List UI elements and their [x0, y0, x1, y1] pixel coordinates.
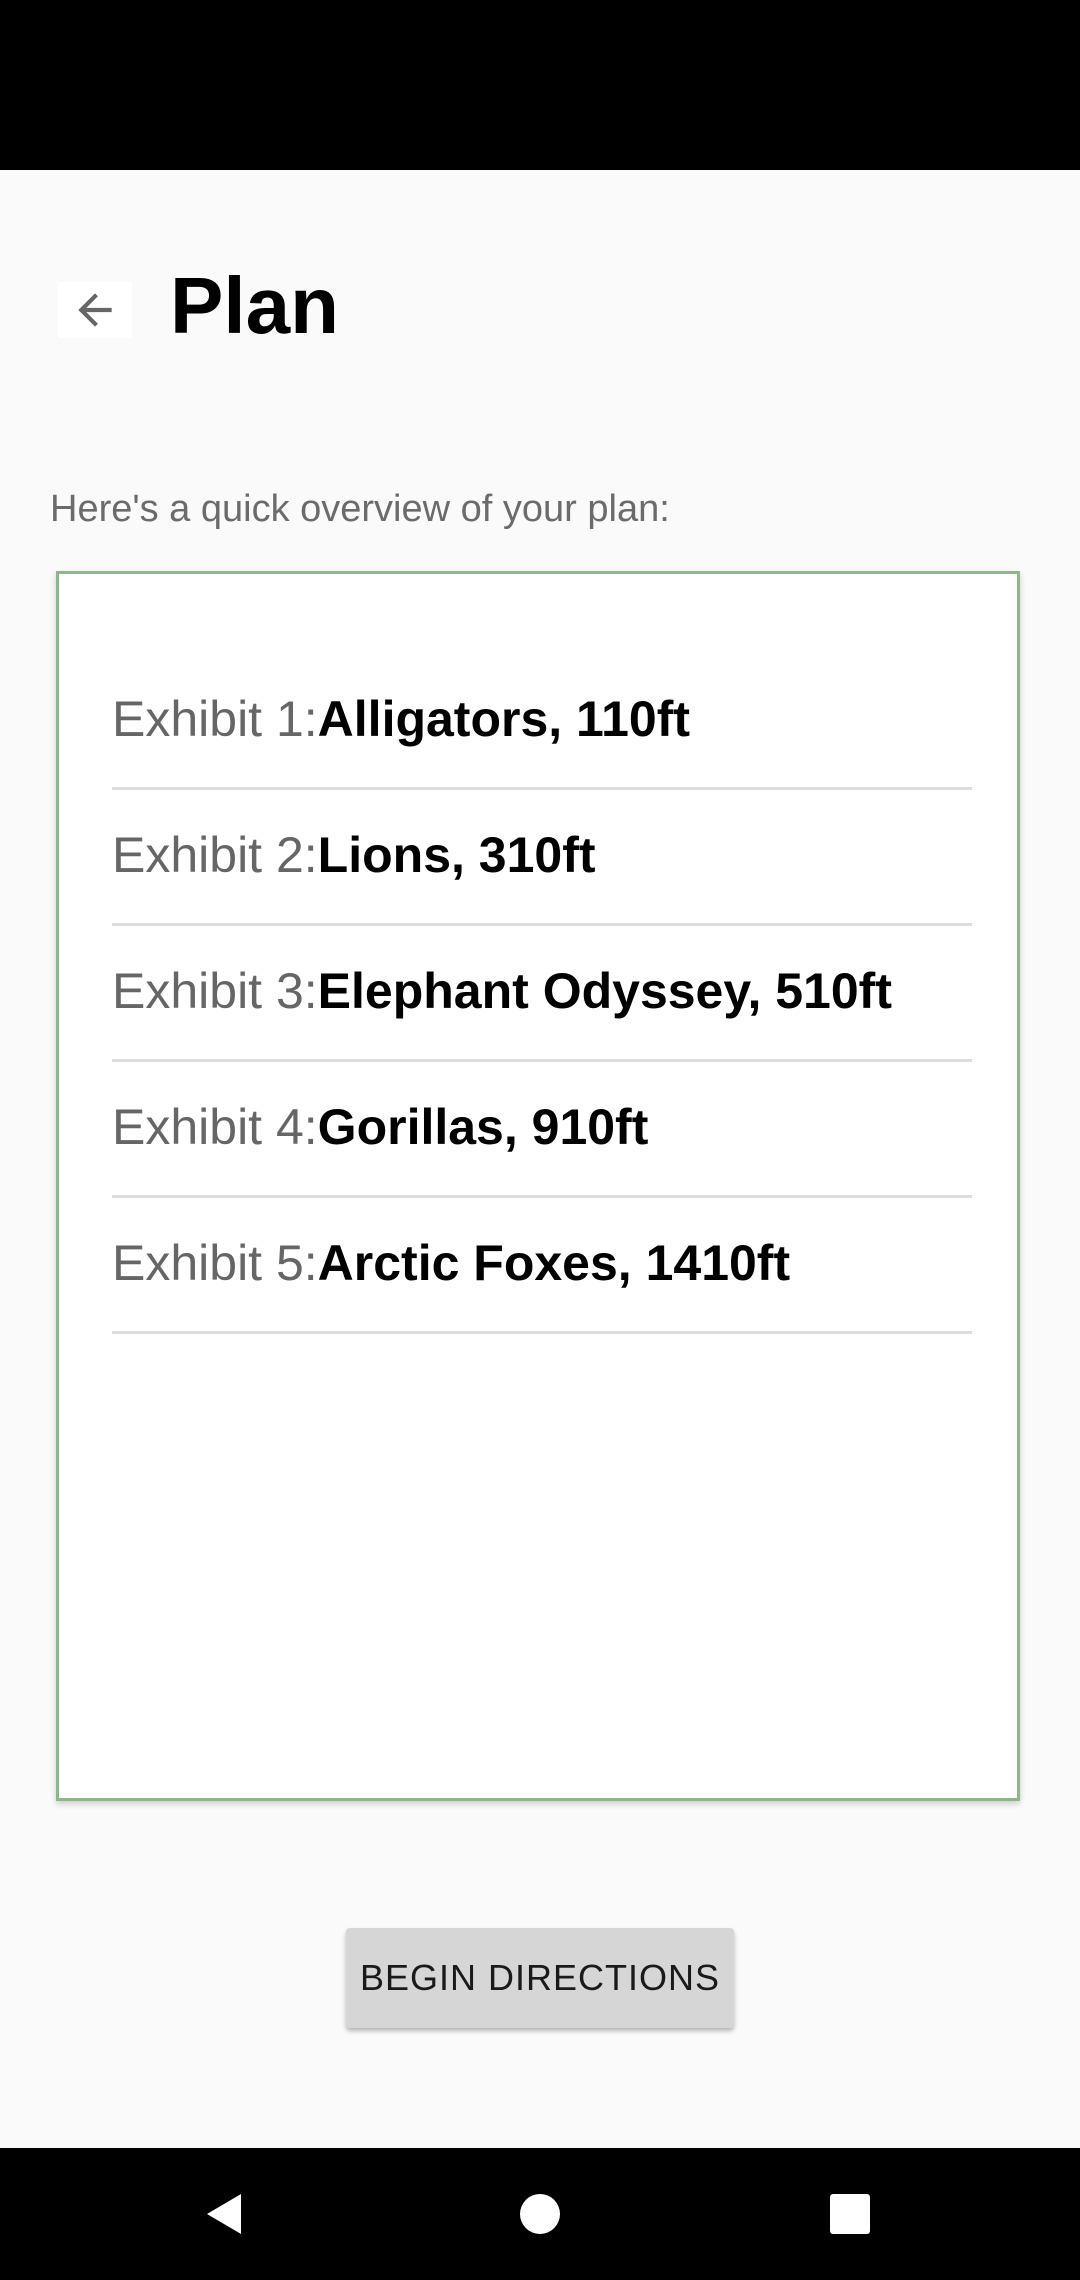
exhibit-label: Exhibit 3:: [112, 962, 318, 1019]
exhibit-value: Arctic Foxes, 1410ft: [317, 1234, 791, 1291]
nav-home-button[interactable]: [480, 2148, 600, 2280]
exhibit-label: Exhibit 1:: [112, 690, 318, 747]
status-bar: [0, 0, 1080, 170]
plan-card: Exhibit 1: Alligators, 110ft Exhibit 2: …: [56, 571, 1020, 1801]
nav-recents-button[interactable]: [790, 2148, 910, 2280]
list-item: Exhibit 5: Arctic Foxes, 1410ft: [112, 1198, 972, 1334]
back-button[interactable]: [58, 282, 132, 338]
list-item: Exhibit 2: Lions, 310ft: [112, 790, 972, 926]
system-nav-bar: [0, 2148, 1080, 2280]
nav-back-button[interactable]: [165, 2148, 285, 2280]
list-item: Exhibit 4: Gorillas, 910ft: [112, 1062, 972, 1198]
plan-overview-text: Here's a quick overview of your plan:: [50, 488, 670, 530]
exhibit-value: Lions, 310ft: [317, 826, 596, 883]
nav-recents-icon: [830, 2194, 870, 2234]
list-item: Exhibit 3: Elephant Odyssey, 510ft: [112, 926, 972, 1062]
begin-directions-button[interactable]: BEGIN DIRECTIONS: [346, 1928, 734, 2028]
page-title: Plan: [170, 261, 339, 350]
nav-back-icon: [207, 2194, 241, 2234]
nav-home-icon: [520, 2194, 560, 2234]
exhibit-label: Exhibit 2:: [112, 826, 318, 883]
exhibit-value: Elephant Odyssey, 510ft: [317, 962, 892, 1019]
list-item: Exhibit 1: Alligators, 110ft: [112, 654, 972, 790]
exhibit-list: Exhibit 1: Alligators, 110ft Exhibit 2: …: [112, 654, 972, 1334]
arrow-left-icon: [78, 293, 112, 327]
exhibit-label: Exhibit 5:: [112, 1234, 318, 1291]
exhibit-value: Alligators, 110ft: [317, 690, 691, 747]
exhibit-value: Gorillas, 910ft: [317, 1098, 649, 1155]
exhibit-label: Exhibit 4:: [112, 1098, 318, 1155]
